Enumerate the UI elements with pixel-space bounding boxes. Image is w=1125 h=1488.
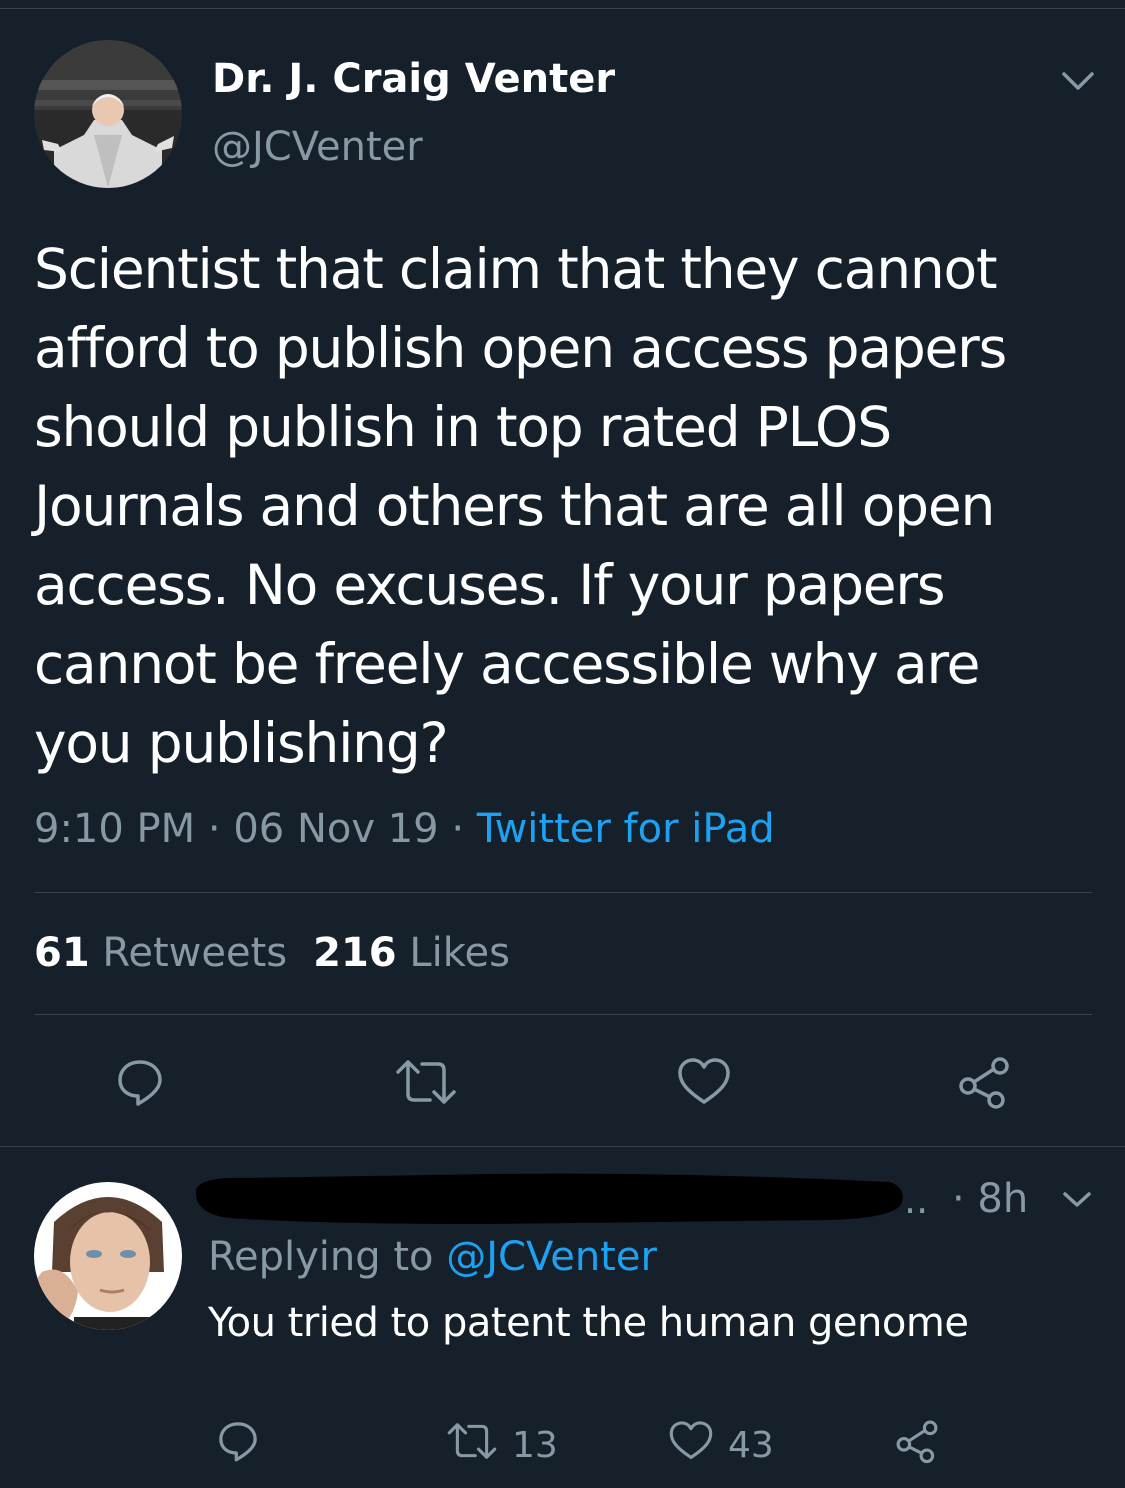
retweets-stat[interactable]: 61 Retweets — [34, 930, 287, 976]
reply-author-avatar[interactable] — [34, 1182, 182, 1330]
likes-label: Likes — [409, 930, 510, 976]
tweet-meta: 9:10 PM · 06 Nov 19 · Twitter for iPad — [34, 806, 775, 852]
tweet-text: Scientist that claim that they cannot af… — [34, 237, 1007, 775]
meta-separator: · — [438, 806, 477, 852]
replying-to-label: Replying to — [208, 1234, 434, 1280]
divider — [34, 892, 1092, 893]
heart-icon[interactable] — [676, 1054, 732, 1110]
replying-to-handle[interactable]: @JCVenter — [446, 1234, 657, 1280]
likes-count: 216 — [313, 930, 397, 976]
reply-retweet-button[interactable]: 13 — [446, 1420, 558, 1470]
tweet-stats: 61 Retweets 216 Likes — [34, 930, 510, 976]
reply-text: You tried to patent the human genome — [208, 1300, 969, 1346]
heart-icon — [668, 1418, 714, 1473]
author-avatar[interactable] — [34, 40, 182, 188]
top-divider — [0, 8, 1125, 9]
reply-like-button[interactable]: 43 — [668, 1420, 774, 1470]
reply-retweet-count: 13 — [512, 1424, 558, 1466]
tweet-source-link[interactable]: Twitter for iPad — [477, 806, 775, 852]
replying-to: Replying to @JCVenter — [208, 1234, 657, 1280]
author-name[interactable]: Dr. J. Craig Venter — [212, 56, 615, 102]
tweet-time: 9:10 PM — [34, 806, 196, 852]
likes-stat[interactable]: 216 Likes — [313, 930, 510, 976]
divider — [34, 1014, 1092, 1015]
retweets-label: Retweets — [102, 930, 288, 976]
reply-time[interactable]: · 8h — [952, 1176, 1028, 1222]
section-divider — [0, 1146, 1125, 1147]
reply-like-count: 43 — [728, 1424, 774, 1466]
author-handle[interactable]: @JCVenter — [212, 124, 423, 170]
reply-share-button[interactable] — [894, 1420, 940, 1470]
chevron-down-icon[interactable] — [1060, 1186, 1094, 1214]
retweet-icon[interactable] — [394, 1054, 458, 1110]
meta-separator: · — [195, 806, 234, 852]
share-icon — [894, 1418, 940, 1473]
reply-icon[interactable] — [112, 1054, 168, 1110]
chevron-down-icon[interactable] — [1058, 66, 1098, 98]
reply-avatar-image — [34, 1182, 182, 1330]
author-avatar-image — [34, 40, 182, 188]
share-icon[interactable] — [956, 1054, 1012, 1110]
reply-reply-button[interactable] — [214, 1420, 262, 1470]
tweet-date: 06 Nov 19 — [233, 806, 439, 852]
reply-icon — [214, 1417, 262, 1474]
truncation-dots: .. — [904, 1178, 929, 1222]
retweet-icon — [446, 1418, 498, 1473]
retweets-count: 61 — [34, 930, 90, 976]
redacted-author-name — [190, 1168, 906, 1226]
